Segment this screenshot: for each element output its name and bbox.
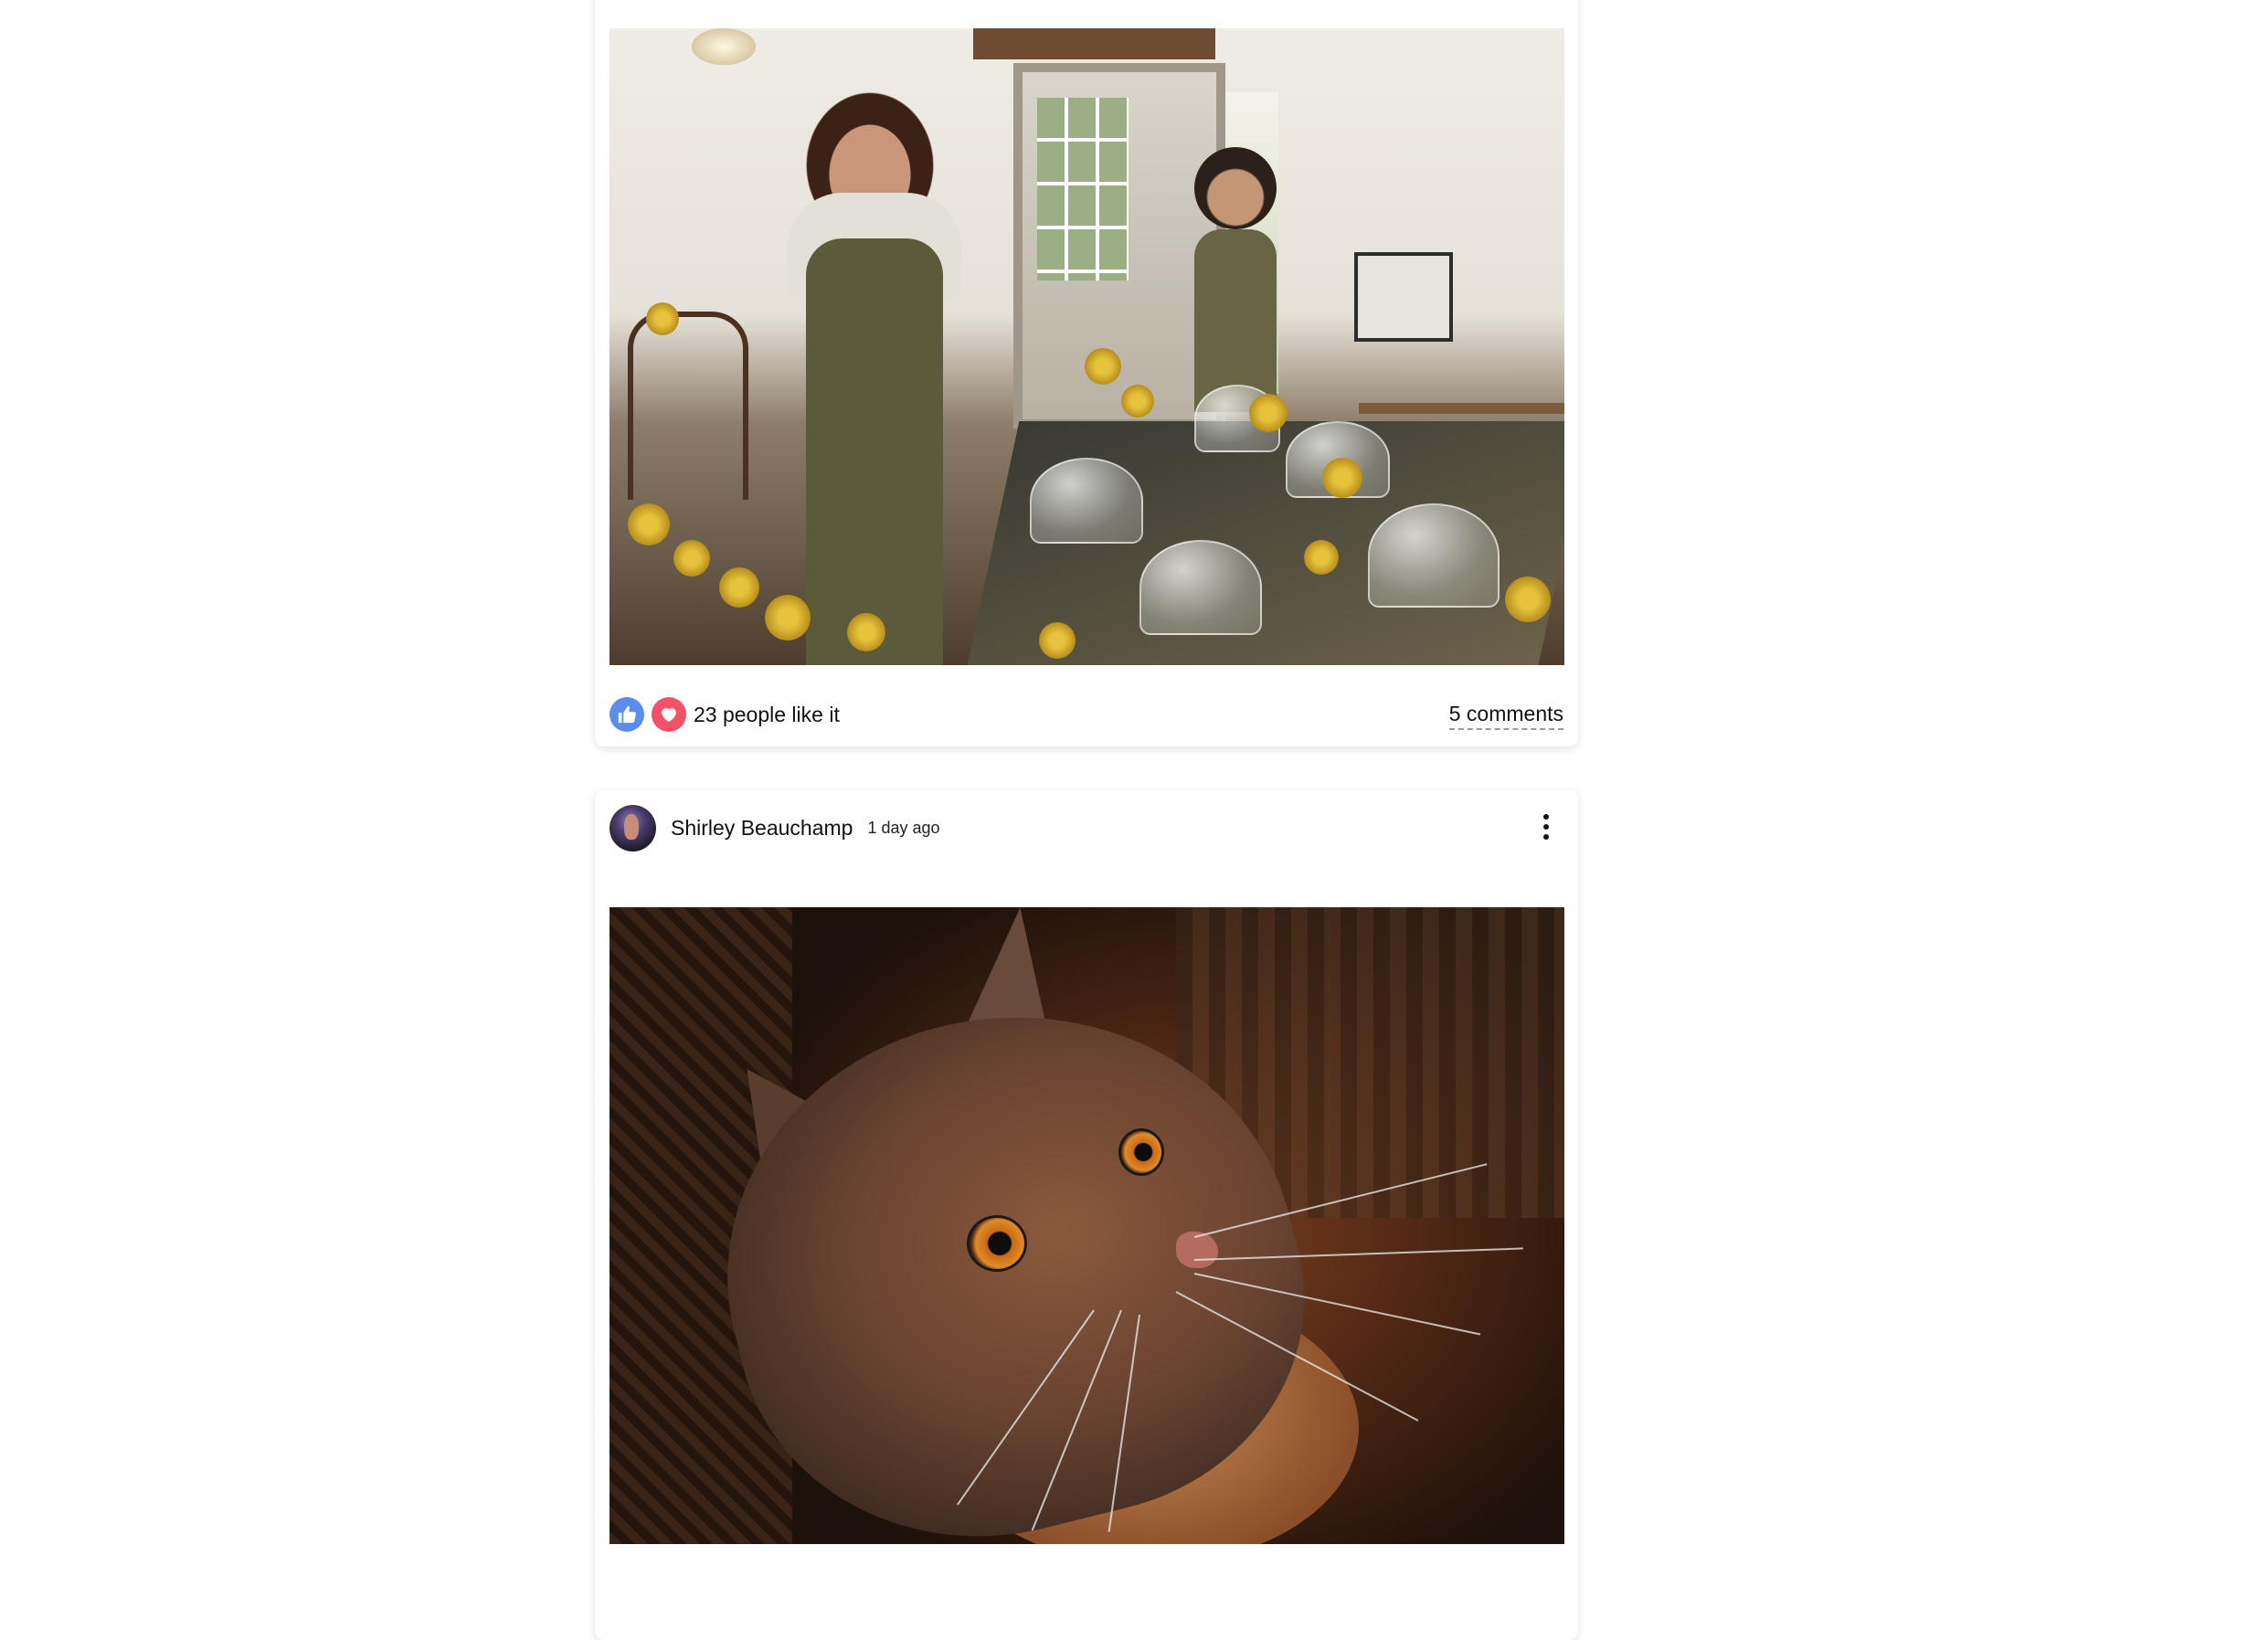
yellow-blossom [1121, 385, 1154, 418]
reactions-bar: 23 people like it [609, 696, 840, 733]
cat-eye [1121, 1131, 1161, 1173]
chair [628, 312, 748, 500]
yellow-blossom [1304, 540, 1339, 575]
heart-icon[interactable] [652, 697, 686, 732]
post-header: Shirley Beauchamp 1 day ago [609, 804, 940, 852]
author-name[interactable]: Shirley Beauchamp [671, 816, 853, 841]
yellow-blossom [719, 567, 759, 608]
picture-frame [1354, 252, 1453, 342]
yellow-blossom [765, 595, 811, 640]
post-timestamp: 1 day ago [867, 818, 940, 837]
yellow-blossom [1039, 622, 1076, 659]
glass-dome [1139, 540, 1262, 635]
glass-dome [1030, 458, 1143, 544]
shelf [1359, 403, 1564, 414]
yellow-blossom [1249, 394, 1288, 432]
post-image[interactable] [609, 907, 1564, 1544]
lamp [692, 28, 756, 65]
post-image[interactable] [609, 28, 1564, 665]
dot [1543, 834, 1549, 840]
yellow-blossom [1085, 348, 1121, 385]
yellow-blossom [847, 613, 885, 651]
yellow-blossom [1322, 458, 1362, 498]
like-count: 23 people like it [694, 702, 840, 726]
yellow-blossom [1505, 577, 1551, 622]
yellow-blossom [673, 540, 710, 577]
yellow-blossom [646, 302, 679, 335]
dot [1543, 824, 1549, 830]
post-card: 23 people like it 5 comments [595, 0, 1578, 746]
more-vertical-icon[interactable] [1531, 809, 1562, 845]
dot [1543, 814, 1549, 820]
yellow-blossom [628, 503, 670, 545]
ceiling-beam [973, 28, 1215, 59]
door-window [1037, 98, 1129, 280]
glass-dome [1368, 503, 1500, 608]
comments-link[interactable]: 5 comments [1448, 702, 1563, 730]
avatar[interactable] [609, 804, 656, 852]
thumbs-up-icon[interactable] [609, 697, 644, 732]
post-card: Shirley Beauchamp 1 day ago [595, 790, 1578, 1640]
cat-eye [970, 1218, 1024, 1269]
person-apron [806, 238, 943, 665]
person-head [1194, 147, 1277, 229]
